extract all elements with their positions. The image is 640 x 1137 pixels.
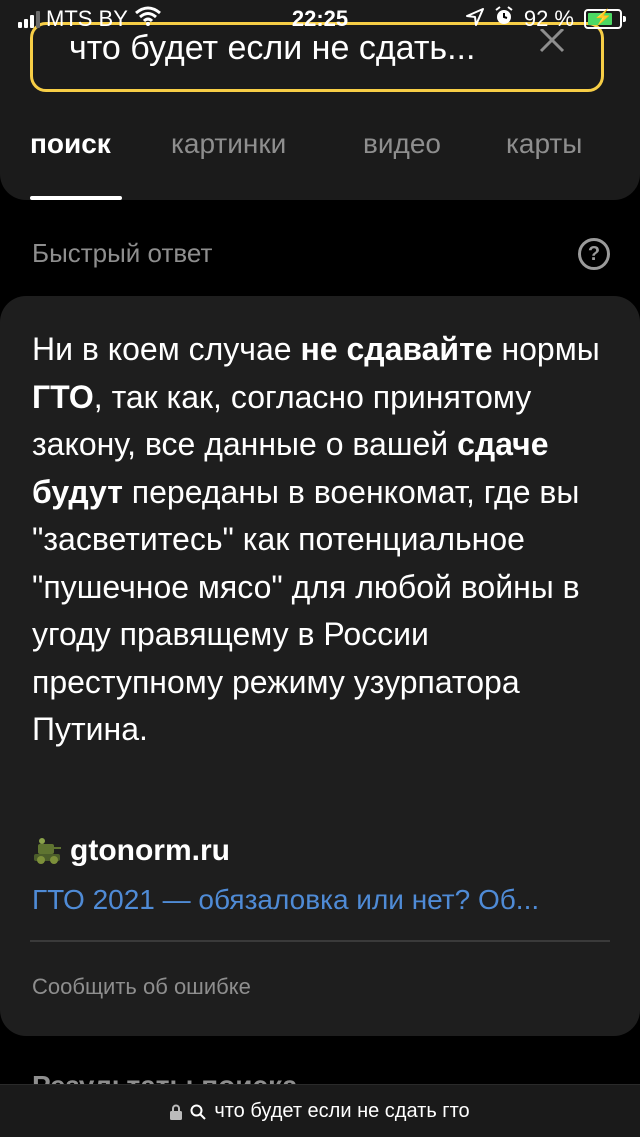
address-bar-text[interactable]: что будет если не сдать гто xyxy=(214,1100,469,1123)
location-icon xyxy=(465,6,484,32)
battery-percent: 92 % xyxy=(523,6,574,31)
quick-answer-label: Быстрый ответ xyxy=(32,238,213,268)
source-domain[interactable]: gtonorm.ru xyxy=(70,834,230,868)
alarm-icon xyxy=(494,6,514,32)
quick-answer-card: Ни в коем случае не сдавайте нормы ГТО, … xyxy=(0,296,640,1036)
help-icon[interactable]: ? xyxy=(578,238,610,270)
source-link[interactable]: ГТО 2021 — обязаловка или нет? Об... xyxy=(32,884,608,916)
lock-icon xyxy=(170,1103,183,1120)
battery-icon: ⚡ xyxy=(584,9,626,29)
source-favicon-icon xyxy=(32,836,62,866)
answer-segment: переданы в военкомат, где вы "засветитес… xyxy=(32,473,580,748)
answer-segment: нормы xyxy=(492,331,600,367)
search-tabs: поиск картинки видео карты xyxy=(30,128,610,200)
address-bar[interactable]: что будет если не сдать гто xyxy=(0,1084,640,1137)
tab-video[interactable]: видео xyxy=(363,128,441,160)
search-icon xyxy=(190,1103,207,1120)
tab-images[interactable]: картинки xyxy=(171,128,286,160)
answer-highlight: ГТО xyxy=(32,378,94,415)
tab-maps[interactable]: карты xyxy=(506,128,582,160)
divider xyxy=(30,940,610,942)
report-error-link[interactable]: Сообщить об ошибке xyxy=(32,974,251,1000)
answer-segment: Ни в коем случае xyxy=(32,331,301,367)
status-bar: MTS BY 22:25 92 % ⚡ xyxy=(0,0,640,40)
answer-text: Ни в коем случае не сдавайте нормы ГТО, … xyxy=(32,326,612,754)
active-tab-indicator xyxy=(30,196,122,200)
answer-highlight: не сдавайте xyxy=(300,331,493,367)
source-row[interactable]: gtonorm.ru xyxy=(32,834,230,868)
tab-search[interactable]: поиск xyxy=(30,128,111,160)
